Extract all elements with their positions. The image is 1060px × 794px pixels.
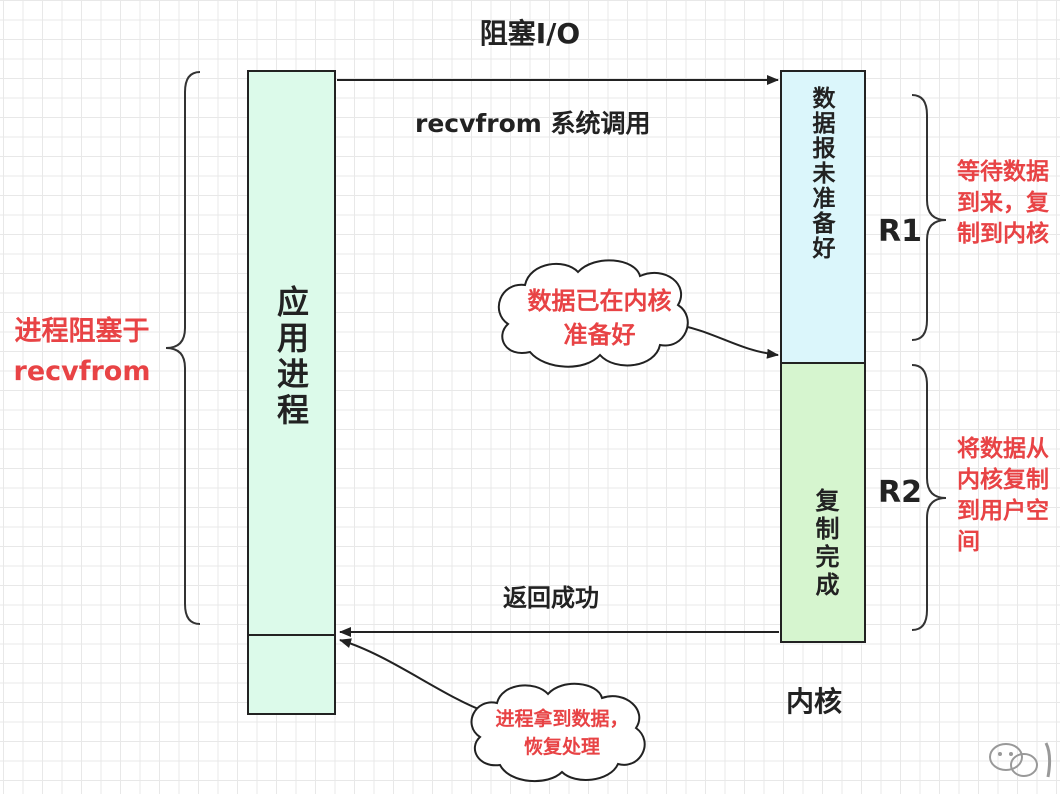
process-blocked-line1: 进程阻塞于 [14,316,150,347]
phase-r1-label: R1 [878,214,922,249]
process-blocked-line2: recvfrom [13,356,151,387]
process-blocked-label: 进程阻塞于 recvfrom [2,312,162,392]
phase-r2-label: R2 [878,475,922,510]
process-resumes-arrow [339,638,487,713]
data-ready-arrow [667,322,779,359]
app-process-resume-box [247,634,336,715]
return-label: 返回成功 [503,584,599,612]
diagram-title: 阻塞I/O [479,17,581,50]
kernel-copy-label: 复制完成 [811,488,839,600]
wechat-icon [989,742,1052,778]
syscall-label: recvfrom 系统调用 [415,109,651,138]
kernel-wait-label: 数据报未准备好 [808,86,834,261]
left-brace [165,71,201,625]
process-resumes-callout: 进程拿到数据，恢复处理 [495,708,629,758]
kernel-label: 内核 [786,685,843,718]
phase-r2-note: 将数据从内核复制到用户空间 [957,436,1049,555]
data-ready-callout: 数据已在内核准备好 [527,287,672,349]
phase-r1-note: 等待数据到来，复制到内核 [957,159,1049,247]
app-process-label: 应用进程 [272,285,310,429]
